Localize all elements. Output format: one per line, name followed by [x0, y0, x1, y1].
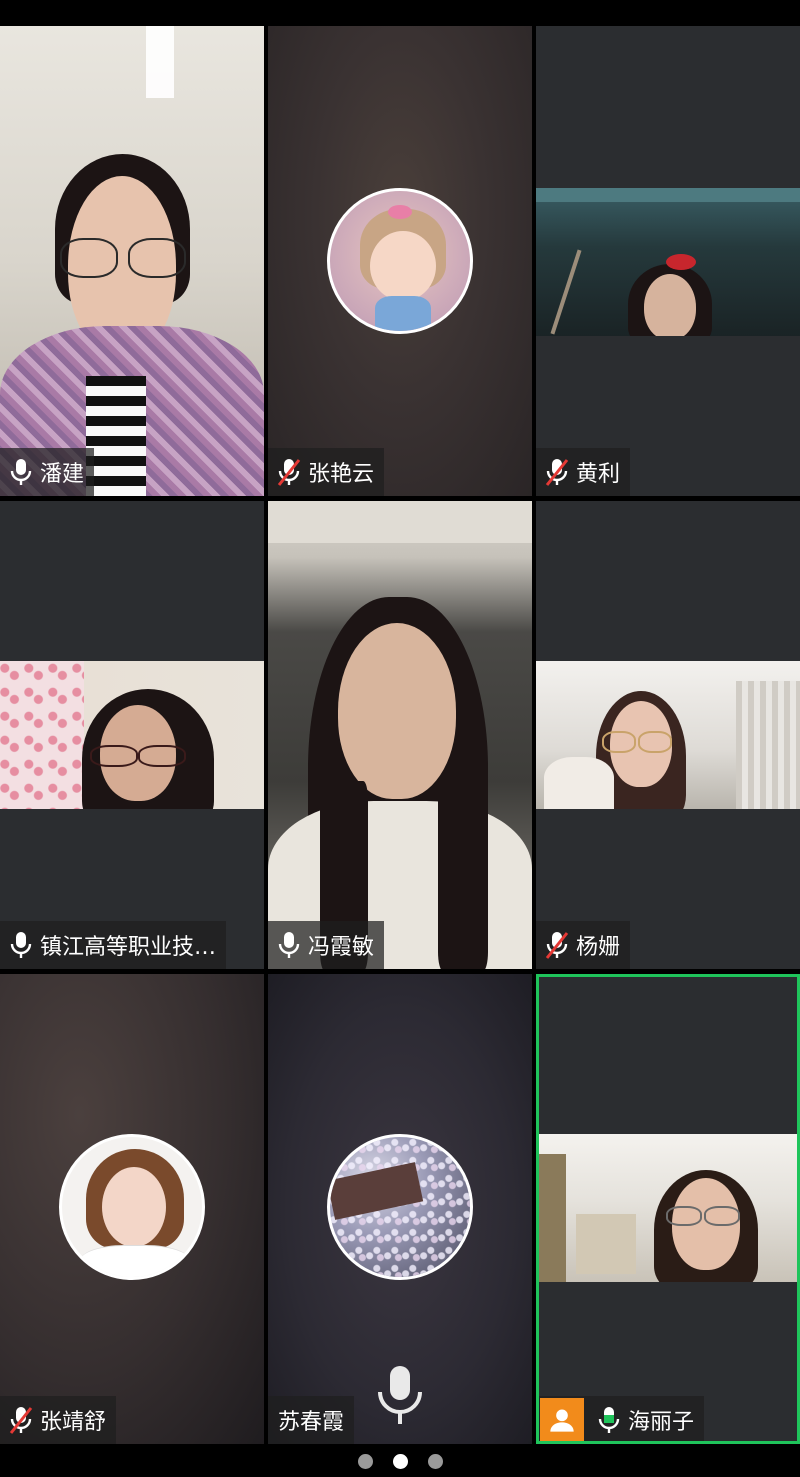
participant-label: 镇江高等职业技…: [0, 921, 227, 969]
page-indicator: [0, 1446, 800, 1477]
microphone-icon: [8, 457, 34, 487]
microphone-icon: [8, 930, 34, 960]
participant-name: 张艳云: [308, 462, 375, 487]
user-icon: [540, 1398, 584, 1442]
participant-label: 潘建: [0, 448, 95, 496]
participant-name: 冯霞敏: [308, 935, 375, 960]
video-feed: [268, 501, 532, 969]
avatar: [59, 1134, 205, 1280]
participant-name: 杨姗: [576, 935, 621, 960]
video-feed: [0, 26, 264, 496]
microphone-toggle-button[interactable]: [372, 1362, 428, 1428]
participant-label: 黄利: [536, 448, 631, 496]
participant-label: 张艳云: [268, 448, 385, 496]
page-dot-2[interactable]: [392, 1454, 408, 1469]
video-grid: 潘建 张艳云 黄利 镇江高等职业技… 冯霞敏 杨姗 张靖舒 苏春霞 海丽子: [0, 26, 800, 1446]
microphone-icon: [378, 1366, 422, 1424]
participant-tile-3[interactable]: 黄利: [536, 26, 800, 496]
microphone-icon: [276, 930, 302, 960]
avatar: [327, 1134, 473, 1280]
participant-tile-9[interactable]: 海丽子: [536, 974, 800, 1444]
microphone-icon: [596, 1405, 622, 1435]
participant-tile-2[interactable]: 张艳云: [268, 26, 532, 496]
participant-tile-4[interactable]: 镇江高等职业技…: [0, 501, 264, 969]
participant-tile-1[interactable]: 潘建: [0, 26, 264, 496]
participant-name: 苏春霞: [278, 1410, 345, 1435]
page-dot-3[interactable]: [427, 1454, 443, 1469]
avatar: [327, 188, 473, 334]
participant-tile-5[interactable]: 冯霞敏: [268, 501, 532, 969]
video-feed: [536, 188, 800, 336]
participant-name: 黄利: [576, 462, 621, 487]
video-feed: [536, 1134, 800, 1282]
participant-label: 苏春霞: [268, 1396, 355, 1444]
participant-name: 海丽子: [628, 1410, 695, 1435]
microphone-muted-icon: [276, 457, 302, 487]
video-feed: [0, 661, 264, 809]
participant-label: 海丽子: [536, 1396, 705, 1444]
participant-label: 冯霞敏: [268, 921, 385, 969]
microphone-muted-icon: [8, 1405, 34, 1435]
participant-label: 杨姗: [536, 921, 631, 969]
page-dot-1[interactable]: [357, 1454, 373, 1469]
participant-name: 镇江高等职业技…: [40, 935, 217, 960]
participant-label: 张靖舒: [0, 1396, 117, 1444]
microphone-muted-icon: [544, 457, 570, 487]
microphone-muted-icon: [544, 930, 570, 960]
video-feed: [536, 661, 800, 809]
participant-tile-6[interactable]: 杨姗: [536, 501, 800, 969]
participant-name: 潘建: [40, 462, 85, 487]
participant-tile-7[interactable]: 张靖舒: [0, 974, 264, 1444]
participant-name: 张靖舒: [40, 1410, 107, 1435]
